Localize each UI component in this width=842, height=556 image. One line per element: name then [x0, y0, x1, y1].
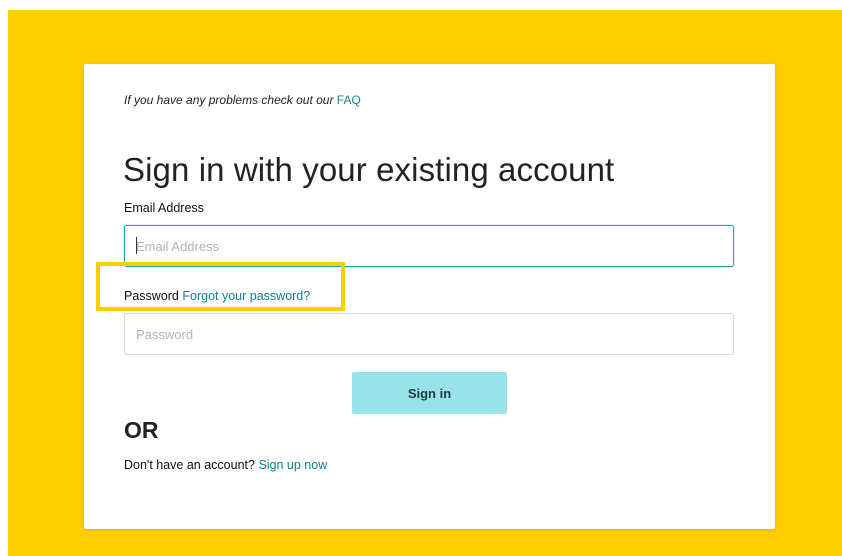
signup-prompt: Don't have an account? Sign up now: [124, 458, 327, 472]
signup-prompt-text: Don't have an account?: [124, 458, 255, 472]
or-divider-heading: OR: [124, 417, 159, 443]
faq-link[interactable]: FAQ: [337, 93, 361, 107]
faq-notice: If you have any problems check out our F…: [124, 93, 361, 107]
sign-in-button[interactable]: Sign in: [352, 372, 507, 414]
login-card: If you have any problems check out our F…: [84, 64, 775, 529]
page-title: Sign in with your existing account: [123, 151, 615, 188]
faq-notice-text: If you have any problems check out our: [124, 93, 334, 107]
password-label-row: Password Forgot your password?: [124, 289, 310, 303]
forgot-password-link[interactable]: Forgot your password?: [182, 289, 310, 303]
email-field[interactable]: [124, 225, 734, 267]
page-background: If you have any problems check out our F…: [8, 10, 842, 556]
password-field[interactable]: [124, 313, 734, 355]
sign-up-link[interactable]: Sign up now: [258, 458, 327, 472]
email-label: Email Address: [124, 201, 204, 215]
password-label: Password: [124, 289, 179, 303]
text-cursor: [136, 237, 137, 254]
